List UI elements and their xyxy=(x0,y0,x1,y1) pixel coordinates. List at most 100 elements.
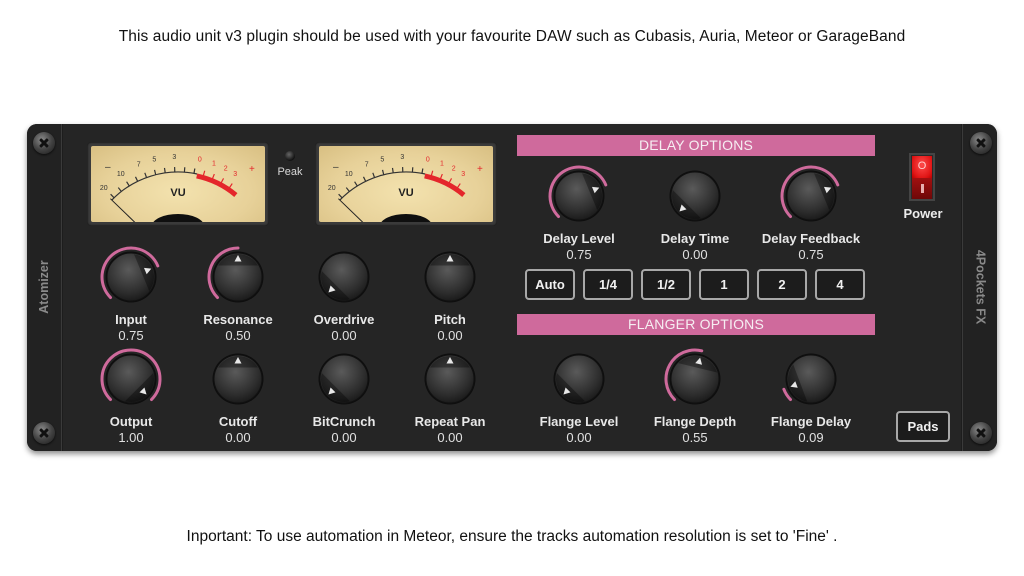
vu-scale-label: 2 xyxy=(452,165,456,172)
power-off-icon xyxy=(912,178,932,199)
sync-button-2[interactable]: 2 xyxy=(757,269,807,300)
vu-tick xyxy=(202,170,206,176)
vu-minus-label: – xyxy=(105,162,111,173)
knob-value: 0.75 xyxy=(566,247,592,262)
knob-dial[interactable] xyxy=(311,244,377,310)
vu-scale-label: 0 xyxy=(198,156,202,163)
knob-label: Delay Level xyxy=(543,231,615,246)
vu-tick xyxy=(448,178,453,184)
knob-dial[interactable] xyxy=(205,346,271,412)
pads-button[interactable]: Pads xyxy=(896,411,950,442)
knob-dial[interactable] xyxy=(662,346,728,412)
knob-label: Flange Depth xyxy=(653,414,737,429)
knob-dial[interactable] xyxy=(205,244,271,310)
vu-scale-label: 2 xyxy=(224,165,228,172)
vu-scale-label: 1 xyxy=(212,160,216,167)
vu-meter-left: 20 10 7 5 3 0 1 2 3– + VU xyxy=(87,142,269,226)
sync-button-auto[interactable]: Auto xyxy=(525,269,575,300)
knob-dial[interactable] xyxy=(778,346,844,412)
sync-button-4[interactable]: 4 xyxy=(815,269,865,300)
vu-tick xyxy=(228,183,233,189)
knob-overdrive[interactable]: Overdrive 0.00 xyxy=(289,244,399,343)
vu-tick xyxy=(193,168,196,174)
vu-tick xyxy=(134,176,139,182)
knob-dial[interactable] xyxy=(311,346,377,412)
vu-tick xyxy=(345,187,350,192)
knob-delay-time[interactable]: Delay Time 0.00 xyxy=(640,163,750,262)
rack-ear-right: 4Pockets FX xyxy=(962,124,997,451)
knob-value: 0.00 xyxy=(331,328,357,343)
vu-meter-right: 20 10 7 5 3 0 1 2 3– + VU xyxy=(315,142,497,226)
knob-value: 0.00 xyxy=(331,430,357,445)
vu-scale-label: 3 xyxy=(172,154,176,161)
knob-value: 0.00 xyxy=(437,328,463,343)
intro-caption: This audio unit v3 plugin should be used… xyxy=(118,28,906,45)
vu-red-zone xyxy=(196,173,238,198)
knob-dial[interactable] xyxy=(98,346,164,412)
knob-delay-feedback[interactable]: Delay Feedback 0.75 xyxy=(756,163,866,262)
knob-repeat-pan[interactable]: Repeat Pan 0.00 xyxy=(395,346,505,445)
vu-scale-label: 1 xyxy=(440,160,444,167)
knob-label: Delay Feedback xyxy=(761,231,861,246)
knob-label: Overdrive xyxy=(313,312,375,327)
peak-label: Peak xyxy=(277,166,303,178)
vu-scale-label: 7 xyxy=(365,162,369,169)
knob-resonance[interactable]: Resonance 0.50 xyxy=(183,244,293,343)
knob-label: BitCrunch xyxy=(312,414,376,429)
knob-pitch[interactable]: Pitch 0.00 xyxy=(395,244,505,343)
knob-dial[interactable] xyxy=(98,244,164,310)
knob-dial[interactable] xyxy=(417,346,483,412)
power-label: Power xyxy=(903,206,943,221)
knob-value: 0.00 xyxy=(682,247,708,262)
knob-output[interactable]: Output 1.00 xyxy=(76,346,186,445)
knob-dial[interactable] xyxy=(778,163,844,229)
vu-scale-label: 7 xyxy=(137,162,141,169)
sync-button-quarter[interactable]: 1/4 xyxy=(583,269,633,300)
knob-value: 0.00 xyxy=(225,430,251,445)
knob-label: Cutoff xyxy=(218,414,258,429)
vu-scale-label: 3 xyxy=(233,171,237,178)
vu-tick xyxy=(126,181,130,187)
knob-label: Flange Delay xyxy=(770,414,852,429)
vu-tick xyxy=(354,181,358,187)
knob-flange-depth[interactable]: Flange Depth 0.55 xyxy=(640,346,750,445)
vu-tick xyxy=(439,173,443,179)
knob-label: Output xyxy=(109,414,153,429)
knob-label: Flange Level xyxy=(539,414,619,429)
vu-plus-label: + xyxy=(477,164,483,175)
vu-tick xyxy=(117,187,122,192)
knob-dial[interactable] xyxy=(546,346,612,412)
knob-value: 0.00 xyxy=(566,430,592,445)
screw-icon xyxy=(970,132,992,154)
vu-tick xyxy=(421,168,424,174)
vu-tick xyxy=(153,169,157,175)
vu-scale-label: 3 xyxy=(400,154,404,161)
knob-bitcrunch[interactable]: BitCrunch 0.00 xyxy=(289,346,399,445)
knob-flange-level[interactable]: Flange Level 0.00 xyxy=(524,346,634,445)
vu-minus-label: – xyxy=(333,162,339,173)
knob-input[interactable]: Input 0.75 xyxy=(76,244,186,343)
knob-flange-delay[interactable]: Flange Delay 0.09 xyxy=(756,346,866,445)
knob-label: Pitch xyxy=(434,312,466,327)
knob-value: 0.00 xyxy=(437,430,463,445)
knob-value: 0.75 xyxy=(798,247,824,262)
knob-label: Delay Time xyxy=(660,231,730,246)
knob-value: 0.50 xyxy=(225,328,251,343)
knob-value: 1.00 xyxy=(118,430,144,445)
knob-label: Resonance xyxy=(203,312,273,327)
knob-cutoff[interactable]: Cutoff 0.00 xyxy=(183,346,293,445)
power-switch[interactable]: O xyxy=(909,153,935,201)
vu-tick xyxy=(211,173,215,179)
vu-needle-pivot xyxy=(153,214,203,222)
knob-dial[interactable] xyxy=(546,163,612,229)
vu-tick xyxy=(456,183,461,189)
knob-delay-level[interactable]: Delay Level 0.75 xyxy=(524,163,634,262)
sync-button-1[interactable]: 1 xyxy=(699,269,749,300)
vu-tick xyxy=(430,170,434,176)
knob-label: Input xyxy=(115,312,147,327)
screw-icon xyxy=(33,422,55,444)
knob-dial[interactable] xyxy=(662,163,728,229)
knob-dial[interactable] xyxy=(417,244,483,310)
sync-button-half[interactable]: 1/2 xyxy=(641,269,691,300)
knob-value: 0.09 xyxy=(798,430,824,445)
